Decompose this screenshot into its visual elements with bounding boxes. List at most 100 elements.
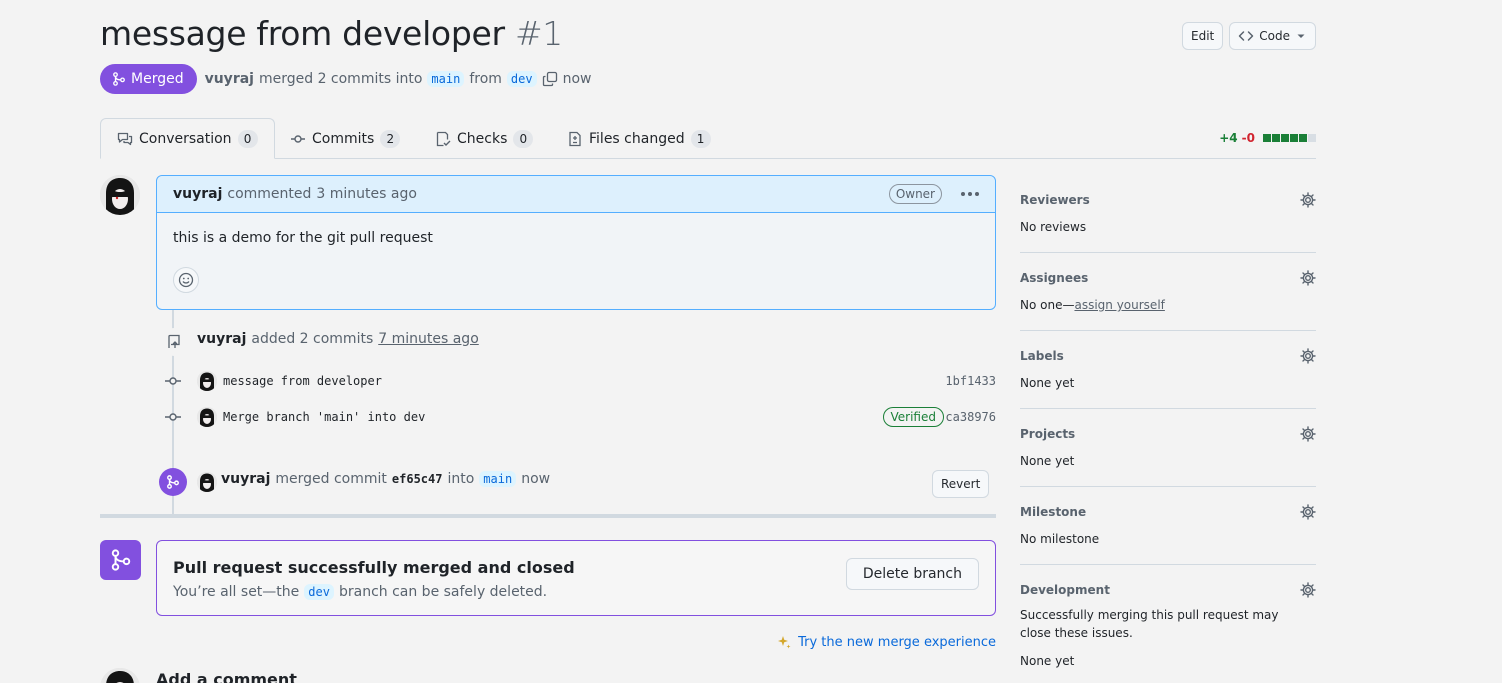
gear-icon[interactable] [1300,348,1316,364]
tab-label: Checks [457,130,508,147]
sidebar-value: No reviews [1020,220,1087,234]
sidebar-value: No milestone [1020,532,1100,546]
merge-status-text: You’re all set—the dev branch can be saf… [173,584,547,600]
tab-label: Commits [312,130,375,147]
commit-sha[interactable]: 1bf1433 [945,374,996,388]
repo-push-icon [160,328,188,356]
diffstat-block-neutral [1308,134,1316,142]
tab-conversation[interactable]: Conversation 0 [100,118,275,159]
sidebar-heading: Labels [1020,349,1064,363]
pr-state-row: Merged vuyraj merged 2 commits into main… [100,64,591,94]
into-text: into [447,471,475,487]
author-link[interactable]: vuyraj [205,71,254,87]
comment-author[interactable]: vuyraj [173,186,222,202]
tab-commits[interactable]: Commits 2 [274,118,416,159]
avatar[interactable] [100,175,140,215]
commit-message[interactable]: message from developer [223,374,382,388]
sidebar-assignees: Assignees No one—assign yourself [1020,253,1316,331]
avatar[interactable] [197,407,217,427]
diffstat[interactable]: +4 -0 [1219,131,1316,145]
tab-counter: 0 [237,129,258,148]
delete-branch-button[interactable]: Delete branch [845,558,979,590]
gear-icon[interactable] [1300,504,1316,520]
diffstat-block [1299,134,1307,142]
status-label: Merged [131,71,184,87]
sidebar-development: Development Successfully merging this pu… [1020,565,1316,683]
code-icon [1238,28,1254,44]
try-new-merge-link[interactable]: Try the new merge experience [776,634,996,650]
gear-icon[interactable] [1300,270,1316,286]
try-link-label: Try the new merge experience [798,634,996,650]
edit-button[interactable]: Edit [1182,22,1224,50]
code-button[interactable]: Code [1229,22,1316,50]
base-branch[interactable]: main [427,71,465,87]
merge-status-title: Pull request successfully merged and clo… [173,558,575,577]
tab-checks[interactable]: Checks 0 [419,118,549,159]
git-merge-icon [159,468,187,496]
comment-box: vuyraj commented 3 minutes ago Owner thi… [156,175,996,310]
comment-time[interactable]: 3 minutes ago [316,186,417,202]
git-commit-icon [290,131,306,147]
sidebar-note: Successfully merging this pull request m… [1020,608,1279,640]
code-label: Code [1259,29,1290,43]
add-comment-heading: Add a comment [156,670,297,683]
gear-icon[interactable] [1300,192,1316,208]
owner-badge: Owner [888,184,942,204]
commit-row: message from developer 1bf1433 [160,369,996,393]
commit-sha[interactable]: ca38976 [945,410,996,424]
gear-icon[interactable] [1300,582,1316,598]
add-reaction-button[interactable] [173,267,199,293]
tab-counter: 2 [380,129,401,148]
delete-branch-label: Delete branch [862,566,962,582]
event-author[interactable]: vuyraj [197,331,246,347]
gear-icon[interactable] [1300,426,1316,442]
sidebar-value: None yet [1020,376,1075,390]
verified-badge[interactable]: Verified [882,407,944,427]
event-time[interactable]: 7 minutes ago [378,331,479,347]
merged-time: now [562,71,592,87]
commits-added-event: vuyraj added 2 commits 7 minutes ago [197,331,479,347]
sidebar-reviewers: Reviewers No reviews [1020,175,1316,253]
comment-action: commented [227,186,312,202]
comment-body: this is a demo for the git pull request [173,230,433,246]
merged-text: merged 2 commits into [258,71,423,87]
event-author[interactable]: vuyraj [221,471,270,487]
diffstat-block [1290,134,1298,142]
diffstat-block [1281,134,1289,142]
tab-files-changed[interactable]: Files changed 1 [551,118,727,159]
avatar[interactable] [197,472,217,492]
event-time[interactable]: now [521,471,550,487]
comment-discussion-icon [117,131,133,147]
git-commit-icon [164,373,182,389]
page-title: message from developer #1 [100,14,563,53]
avatar[interactable] [197,371,217,391]
text-before: You’re all set—the [173,584,300,600]
merge-status-box: Pull request successfully merged and clo… [156,540,996,616]
branch-name[interactable]: main [479,471,517,487]
copy-icon[interactable] [542,71,558,87]
commit-message[interactable]: Merge branch 'main' into dev [223,410,425,424]
revert-button[interactable]: Revert [932,470,990,498]
sidebar-heading: Reviewers [1020,193,1090,207]
event-text: merged commit [275,471,387,487]
caret-down-icon [1295,30,1307,42]
branch-name[interactable]: dev [304,584,334,600]
tab-counter: 1 [690,129,711,148]
pr-sidebar: Reviewers No reviews Assignees No one—as… [1020,175,1316,683]
sidebar-value: No one—assign yourself [1020,296,1316,314]
git-merge-icon [112,72,126,86]
merge-commit-sha[interactable]: ef65c47 [392,472,443,486]
from-text: from [469,71,502,87]
merge-event: vuyraj merged commit ef65c47 into main n… [221,471,550,487]
sidebar-heading: Milestone [1020,505,1087,519]
diffstat-deletions: -0 [1241,131,1255,145]
assign-yourself-link[interactable]: assign yourself [1074,298,1164,312]
pr-title-text: message from developer [100,14,505,53]
tab-counter: 0 [513,129,534,148]
tab-label: Files changed [589,130,685,147]
timeline-divider [100,514,996,518]
kebab-horizontal-icon[interactable] [961,192,979,196]
head-branch[interactable]: dev [506,71,537,87]
pr-number: #1 [514,14,563,53]
diffstat-block [1272,134,1280,142]
